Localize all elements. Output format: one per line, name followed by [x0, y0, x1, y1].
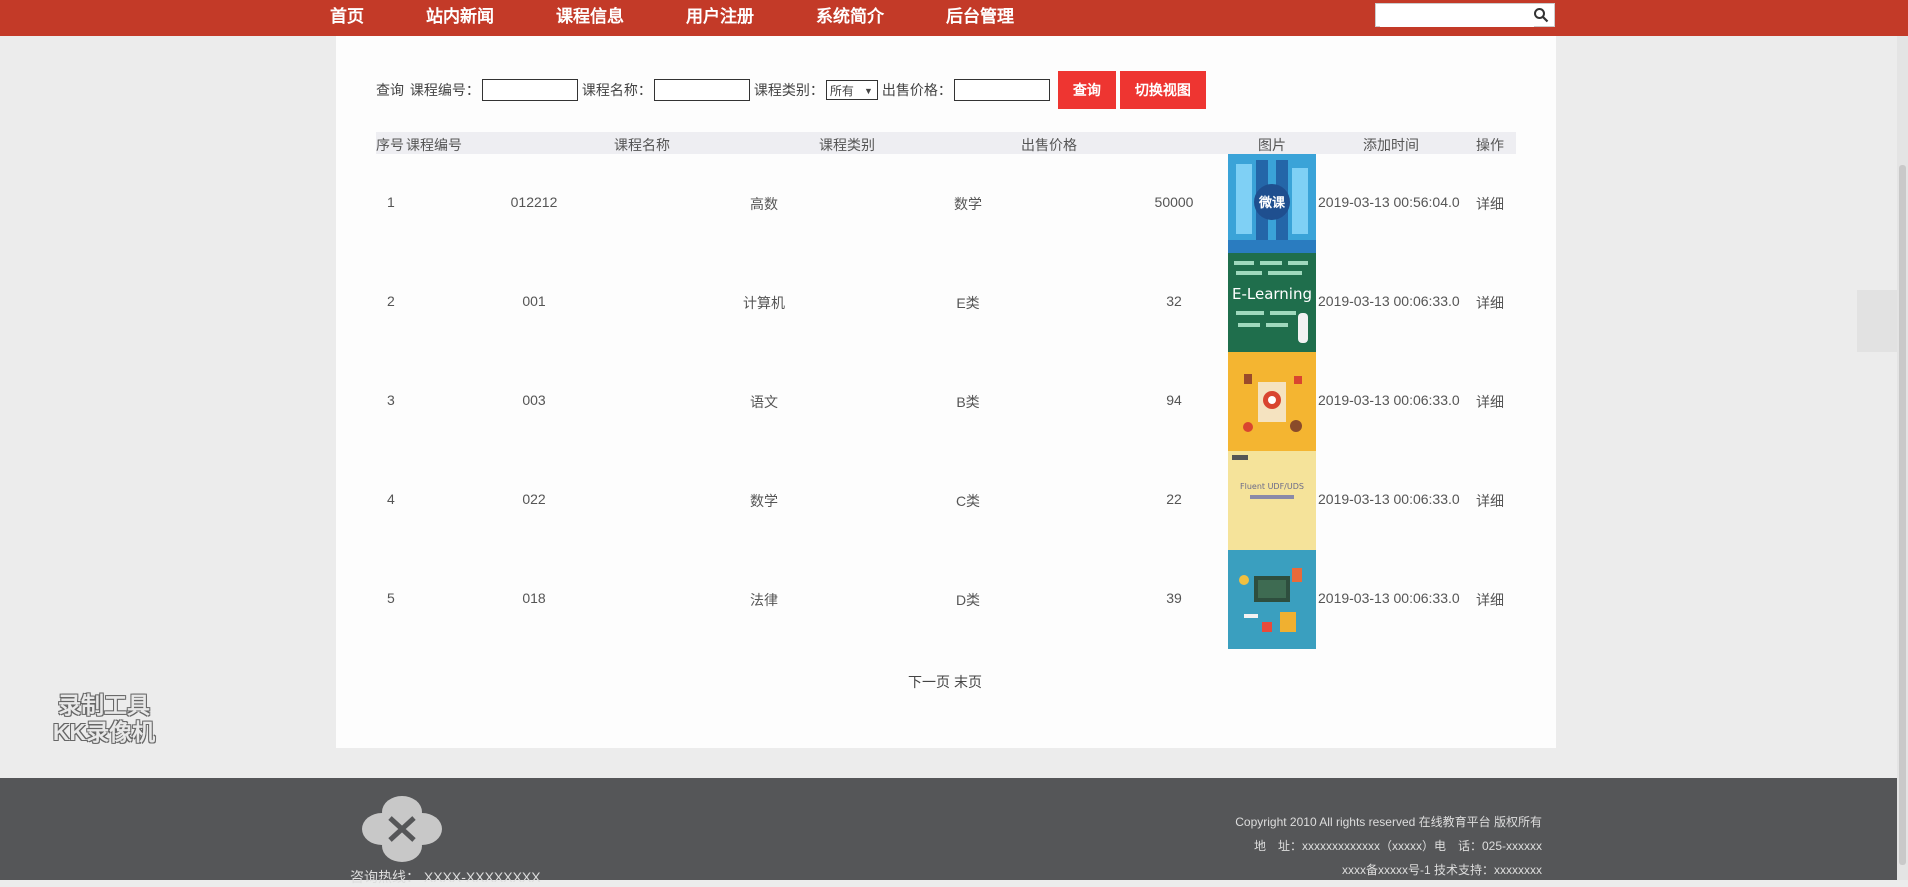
- last-page-link[interactable]: 末页: [954, 674, 982, 690]
- cell-price: 39: [1166, 590, 1182, 606]
- detail-link[interactable]: 详细: [1476, 194, 1504, 214]
- cell-code: 001: [522, 293, 546, 309]
- cell-type: B类: [956, 394, 980, 410]
- course-thumbnail[interactable]: E-Learning: [1228, 253, 1316, 352]
- table-row: 4 022 数学 C类 22 Fluent UDF/UDS 2019-03-13…: [376, 451, 1516, 550]
- search-icon[interactable]: [1533, 7, 1549, 23]
- table-row: 5 018 法律 D类 39 2019-03-13 00:06:33.0 详细: [376, 550, 1516, 649]
- main-nav: 首页 站内新闻 课程信息 用户注册 系统简介 后台管理: [330, 0, 1076, 36]
- top-nav-bar: 首页 站内新闻 课程信息 用户注册 系统简介 后台管理: [0, 0, 1908, 36]
- cell-time: 2019-03-13 00:06:33.0: [1318, 590, 1460, 606]
- cell-type: C类: [955, 493, 981, 509]
- header-type: 课程类别: [819, 137, 875, 153]
- thumb-label: 微课: [1258, 195, 1286, 211]
- site-search: [1375, 3, 1555, 27]
- cell-type: 数学: [954, 196, 982, 212]
- course-name-label: 课程名称：: [581, 82, 652, 98]
- thumb-label: E-Learning: [1232, 285, 1312, 303]
- detail-link[interactable]: 详细: [1476, 392, 1504, 412]
- cell-price: 22: [1166, 491, 1182, 507]
- filter-row: 查询 课程编号： 课程名称： 课程类别： 所有 ▼ 出售价格： 查询 切换视图: [376, 71, 1206, 109]
- table-row: 1 012212 高数 数学 50000 微课 2019-03-13 00:56…: [376, 154, 1516, 253]
- nav-register[interactable]: 用户注册: [686, 0, 754, 36]
- cell-seq: 5: [387, 590, 395, 606]
- nav-home[interactable]: 首页: [330, 0, 364, 36]
- price-input[interactable]: [953, 79, 1050, 101]
- detail-link[interactable]: 详细: [1476, 491, 1504, 511]
- header-op: 操作: [1476, 137, 1504, 153]
- nav-admin[interactable]: 后台管理: [946, 0, 1014, 36]
- cell-price: 32: [1166, 293, 1182, 309]
- cell-seq: 3: [387, 392, 395, 408]
- course-type-selected: 所有: [829, 84, 854, 98]
- next-page-link[interactable]: 下一页: [908, 674, 950, 690]
- course-thumbnail[interactable]: [1228, 352, 1316, 451]
- course-thumbnail[interactable]: Fluent UDF/UDS: [1228, 451, 1316, 550]
- header-name: 课程名称: [614, 137, 670, 153]
- cell-name: 高数: [750, 196, 778, 212]
- cell-price: 94: [1166, 392, 1182, 408]
- nav-courses[interactable]: 课程信息: [556, 0, 624, 36]
- site-footer: 咨询热线： XXXX-XXXXXXXX Copyright 2010 All r…: [0, 778, 1897, 885]
- course-name-input[interactable]: [653, 79, 750, 101]
- course-thumbnail[interactable]: [1228, 550, 1316, 649]
- detail-link[interactable]: 详细: [1476, 293, 1504, 313]
- cell-seq: 4: [387, 491, 395, 507]
- scrollbar-thumb[interactable]: [1899, 165, 1906, 865]
- header-seq: 序号: [376, 137, 404, 153]
- site-logo-icon: [362, 796, 442, 862]
- cell-type: E类: [956, 295, 980, 311]
- icp-text: xxxx备xxxxx号-1 技术支持：xxxxxxxx: [1341, 863, 1542, 877]
- cell-price: 50000: [1154, 194, 1194, 210]
- cell-name: 语文: [750, 394, 778, 410]
- hotline-text: 咨询热线： XXXX-XXXXXXXX: [350, 869, 541, 885]
- cell-time: 2019-03-13 00:56:04.0: [1318, 194, 1460, 210]
- table-row: 3 003 语文 B类 94 2019-03-13 00:06:33.0 详细: [376, 352, 1516, 451]
- header-price: 出售价格: [1021, 137, 1077, 153]
- header-code: 课程编号: [406, 137, 462, 153]
- cell-seq: 1: [387, 194, 395, 210]
- watermark-line-2: KK录像机: [52, 719, 156, 745]
- thumb-label: Fluent UDF/UDS: [1240, 482, 1304, 491]
- header-time: 添加时间: [1363, 137, 1419, 153]
- cell-name: 数学: [750, 493, 778, 509]
- cell-name: 法律: [750, 592, 778, 608]
- footer-info: Copyright 2010 All rights reserved 在线教育平…: [1130, 810, 1542, 882]
- course-code-label: 课程编号：: [409, 82, 480, 98]
- header-image: 图片: [1258, 137, 1286, 153]
- pagination: 下一页 末页: [908, 672, 986, 692]
- cell-code: 012212: [510, 194, 558, 210]
- cell-code: 018: [522, 590, 546, 606]
- nav-about[interactable]: 系统简介: [816, 0, 884, 36]
- nav-news[interactable]: 站内新闻: [426, 0, 494, 36]
- table-header: 序号 课程编号 课程名称 课程类别 出售价格 图片 添加时间 操作: [376, 132, 1516, 154]
- detail-link[interactable]: 详细: [1476, 590, 1504, 610]
- page-background-right: [1556, 36, 1908, 778]
- recorder-watermark: 录制工具 KK录像机: [34, 692, 174, 746]
- cell-type: D类: [955, 592, 981, 608]
- cell-time: 2019-03-13 00:06:33.0: [1318, 491, 1460, 507]
- copyright-text: Copyright 2010 All rights reserved 在线教育平…: [1235, 815, 1542, 829]
- price-label: 出售价格：: [881, 82, 952, 98]
- table-row: 2 001 计算机 E类 32 E-Learning 2019-03-13 00…: [376, 253, 1516, 352]
- cell-name: 计算机: [743, 295, 785, 311]
- watermark-line-1: 录制工具: [58, 692, 150, 718]
- query-button[interactable]: 查询: [1057, 71, 1116, 109]
- cell-code: 003: [522, 392, 546, 408]
- course-type-label: 课程类别：: [753, 82, 824, 98]
- course-code-input[interactable]: [481, 79, 578, 101]
- cell-time: 2019-03-13 00:06:33.0: [1318, 392, 1460, 408]
- switch-view-button[interactable]: 切换视图: [1119, 71, 1206, 109]
- cell-time: 2019-03-13 00:06:33.0: [1318, 293, 1460, 309]
- cell-seq: 2: [387, 293, 395, 309]
- dropdown-arrow-icon: ▼: [863, 86, 873, 96]
- address-text: 地 址：xxxxxxxxxxxxx（xxxxx）电 话：025-xxxxxx: [1253, 839, 1542, 853]
- query-label: 查询: [376, 82, 404, 98]
- course-type-select[interactable]: 所有 ▼: [825, 80, 878, 100]
- cell-code: 022: [522, 491, 546, 507]
- search-input[interactable]: [1380, 5, 1534, 27]
- side-float-tab[interactable]: [1857, 290, 1897, 352]
- course-thumbnail[interactable]: 微课: [1228, 154, 1316, 253]
